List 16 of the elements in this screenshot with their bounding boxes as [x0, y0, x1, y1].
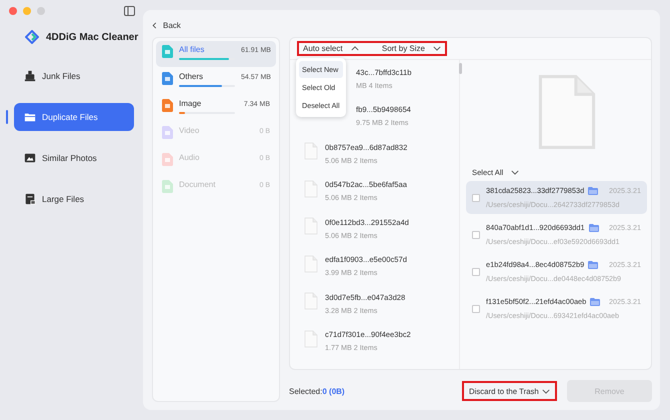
- category-label: All files: [179, 45, 206, 54]
- category-label: Image: [179, 99, 202, 108]
- auto-select-dropdown[interactable]: Auto select: [303, 44, 359, 53]
- app-name: 4DDiG Mac Cleaner: [46, 32, 138, 42]
- category-label: Others: [179, 72, 204, 81]
- selected-label: Selected:: [289, 386, 322, 396]
- nav-item[interactable]: Large Files: [14, 185, 134, 213]
- nav-item[interactable]: Duplicate Files: [14, 103, 134, 131]
- category-label: Video: [179, 126, 200, 135]
- category-label: Document: [179, 180, 216, 189]
- nav-item[interactable]: Junk Files: [14, 62, 134, 90]
- category-label: Audio: [179, 153, 200, 162]
- sort-dropdown[interactable]: Sort by Size: [382, 44, 441, 53]
- back-button[interactable]: Back: [152, 18, 181, 32]
- nav-item[interactable]: Similar Photos: [14, 144, 134, 172]
- selected-count: 0 (0B): [322, 386, 345, 396]
